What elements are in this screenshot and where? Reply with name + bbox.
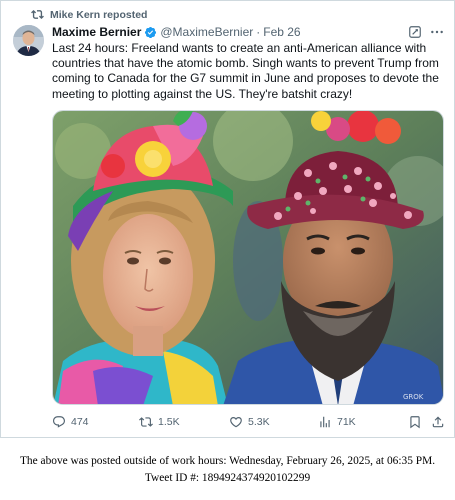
grok-icon[interactable] (408, 25, 422, 39)
repost-count: 1.5K (158, 416, 180, 428)
verified-badge-icon (145, 26, 157, 38)
share-icon (432, 416, 444, 428)
tweet-header: Maxime Bernier @MaximeBernier · Feb 26 (52, 25, 301, 39)
repost-button[interactable]: 1.5K (139, 415, 180, 429)
heart-icon (230, 417, 242, 428)
repost-label: Mike Kern reposted (50, 8, 148, 21)
tweet-image[interactable]: GROK (52, 110, 444, 405)
tweet-text: Last 24 hours: Freeland wants to create … (52, 41, 439, 101)
views-button[interactable]: 71K (318, 415, 356, 429)
image-watermark: GROK (403, 393, 424, 401)
views-chart-icon (320, 416, 330, 428)
avatar[interactable] (13, 25, 44, 56)
action-bar: 474 1.5K 5.3K 71K (52, 415, 444, 433)
reply-count: 474 (71, 416, 89, 428)
footer-posted-note: The above was posted outside of work hou… (19, 455, 436, 467)
bookmark-icon (410, 416, 420, 429)
like-count: 5.3K (248, 416, 270, 428)
like-button[interactable]: 5.3K (229, 415, 270, 429)
author-name[interactable]: Maxime Bernier (52, 25, 141, 39)
repost-icon (139, 417, 153, 427)
reply-button[interactable]: 474 (52, 415, 89, 429)
header-separator: · (256, 25, 261, 39)
bookmark-button[interactable] (408, 415, 422, 429)
reply-icon (53, 416, 65, 428)
share-button[interactable] (431, 415, 445, 429)
archive-footer: The above was posted outside of work hou… (0, 453, 455, 487)
repost-indicator[interactable]: Mike Kern reposted (31, 8, 147, 21)
tweet-card[interactable]: Mike Kern reposted Maxime Bernier @Maxim… (0, 0, 455, 438)
repost-icon (31, 10, 44, 19)
more-options-icon[interactable] (429, 24, 445, 40)
views-count: 71K (337, 416, 356, 428)
author-handle[interactable]: @MaximeBernier (160, 25, 253, 39)
post-date[interactable]: Feb 26 (263, 25, 300, 39)
footer-tweet-id: Tweet ID #: 1894924374920102299 (144, 472, 311, 484)
